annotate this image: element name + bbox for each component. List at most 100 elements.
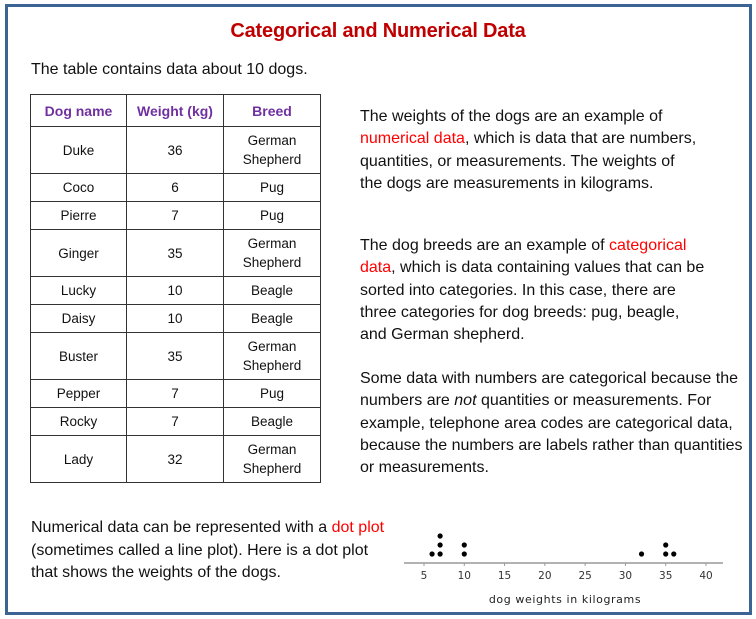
data-dot	[437, 542, 443, 548]
table-row: Coco 6 Pug	[30, 173, 321, 202]
breed-text: German Shepherd	[237, 337, 307, 375]
cell-breed: Pug	[223, 201, 321, 230]
table-row: Buster 35 German Shepherd	[30, 332, 321, 380]
x-tick-label: 5	[421, 570, 428, 582]
x-tick-label: 35	[659, 570, 672, 582]
numerical-data-term: numerical data	[360, 130, 465, 148]
cell-dog-name: Pierre	[30, 201, 127, 230]
table-row: Pepper 7 Pug	[30, 379, 321, 408]
cell-weight: 36	[126, 126, 224, 174]
x-tick-label: 10	[458, 570, 471, 582]
breed-line: Pug	[259, 180, 285, 195]
dot-plot-term: dot plot	[331, 519, 385, 536]
cell-weight: 7	[126, 201, 224, 230]
x-tick-label: 40	[699, 570, 712, 582]
paragraph-text: , which is data containing values that c…	[360, 259, 705, 344]
data-dot	[638, 551, 645, 557]
column-header-breed: Breed	[223, 94, 321, 127]
cell-weight: 32	[126, 435, 224, 483]
cell-breed: German Shepherd	[223, 229, 321, 277]
table-row: Duke 36 German Shepherd	[30, 126, 321, 174]
cell-breed: German Shepherd	[223, 332, 321, 380]
cell-dog-name: Daisy	[30, 304, 127, 333]
x-tick-label: 20	[538, 570, 551, 582]
data-dot	[461, 542, 467, 548]
numbers-categorical-paragraph: Some data with numbers are categorical b…	[360, 368, 745, 479]
breed-line: German	[247, 133, 297, 148]
x-tick-label: 30	[619, 570, 632, 582]
breed-text: Beagle	[237, 281, 307, 300]
intro-text: The table contains data about 10 dogs.	[31, 61, 308, 78]
x-axis-title: dog weights in kilograms	[489, 593, 641, 606]
cell-breed: German Shepherd	[223, 126, 321, 174]
table-row: Pierre 7 Pug	[30, 201, 321, 230]
table-row: Lady 32 German Shepherd	[30, 435, 321, 483]
paragraph-text: Numerical data can be represented with a	[31, 519, 332, 536]
data-dot	[461, 551, 467, 557]
table-row: Daisy 10 Beagle	[30, 304, 321, 333]
cell-weight: 35	[126, 229, 224, 277]
cell-breed: German Shepherd	[223, 435, 321, 483]
breed-text: German Shepherd	[237, 440, 307, 478]
breed-line: Beagle	[250, 311, 294, 326]
breed-text: German Shepherd	[237, 234, 307, 272]
table-row: Lucky 10 Beagle	[30, 276, 321, 305]
cell-dog-name: Ginger	[30, 229, 127, 277]
dot-plot-paragraph: Numerical data can be represented with a…	[31, 517, 391, 585]
cell-breed: Pug	[223, 379, 321, 408]
cell-breed: Beagle	[223, 304, 321, 333]
x-tick-label: 15	[498, 570, 511, 582]
page-title: Categorical and Numerical Data	[230, 20, 526, 42]
breed-line: Shepherd	[242, 358, 302, 373]
cell-weight: 6	[126, 173, 224, 202]
cell-breed: Pug	[223, 173, 321, 202]
table-header-row: Dog name Weight (kg) Breed	[30, 94, 321, 127]
breed-line: German	[247, 442, 297, 457]
cell-weight: 10	[126, 276, 224, 305]
data-dot	[663, 551, 669, 557]
table-row: Ginger 35 German Shepherd	[30, 229, 321, 277]
paragraph-text: The weights of the dogs are an example o…	[360, 108, 663, 125]
data-dot	[429, 551, 435, 557]
cell-weight: 7	[126, 379, 224, 408]
cell-dog-name: Lucky	[30, 276, 127, 305]
column-header-weight: Weight (kg)	[126, 94, 224, 127]
cell-weight: 10	[126, 304, 224, 333]
table-row: Rocky 7 Beagle	[30, 407, 321, 436]
cell-weight: 35	[126, 332, 224, 380]
data-dot	[437, 551, 443, 557]
breed-line: Beagle	[250, 283, 294, 298]
dot-plot-chart: 5 10 15 20 25 30 35 40 dog weights in kilograms	[404, 533, 723, 606]
paragraph-text: The dog breeds are an example of	[360, 237, 610, 254]
breed-text: Pug	[237, 178, 307, 197]
cell-weight: 7	[126, 407, 224, 436]
cell-dog-name: Buster	[30, 332, 127, 380]
breed-text: Pug	[237, 206, 307, 225]
emphasis-not: not	[454, 392, 477, 410]
cell-breed: Beagle	[223, 407, 321, 436]
cell-dog-name: Pepper	[30, 379, 127, 408]
cell-dog-name: Lady	[30, 435, 127, 483]
x-tick-label: 25	[578, 570, 591, 582]
data-dots	[429, 533, 677, 557]
breed-line: Shepherd	[242, 152, 302, 167]
breed-text: Beagle	[237, 412, 307, 431]
data-dot	[437, 533, 443, 539]
breed-text: German Shepherd	[237, 131, 307, 169]
breed-line: Shepherd	[242, 461, 302, 476]
dog-data-table: Dog name Weight (kg) Breed Duke 36 German S…	[30, 94, 321, 483]
breed-line: German	[247, 339, 297, 354]
table-body: Duke 36 German Shepherd Coco 6 Pug Pierre 7 Pug Gi…	[30, 126, 321, 483]
breed-text: Beagle	[237, 309, 307, 328]
data-dot	[663, 542, 669, 548]
paragraph-text: (sometimes called a line plot). Here is …	[31, 541, 369, 582]
categorical-data-paragraph: The dog breeds are an example of categor…	[360, 235, 710, 346]
cell-dog-name: Duke	[30, 126, 127, 174]
numerical-data-paragraph: The weights of the dogs are an example o…	[360, 106, 700, 195]
breed-line: Beagle	[250, 414, 294, 429]
data-dot	[671, 551, 677, 557]
cell-dog-name: Rocky	[30, 407, 127, 436]
breed-line: Pug	[259, 386, 285, 401]
cell-dog-name: Coco	[30, 173, 127, 202]
breed-line: Shepherd	[242, 255, 302, 270]
